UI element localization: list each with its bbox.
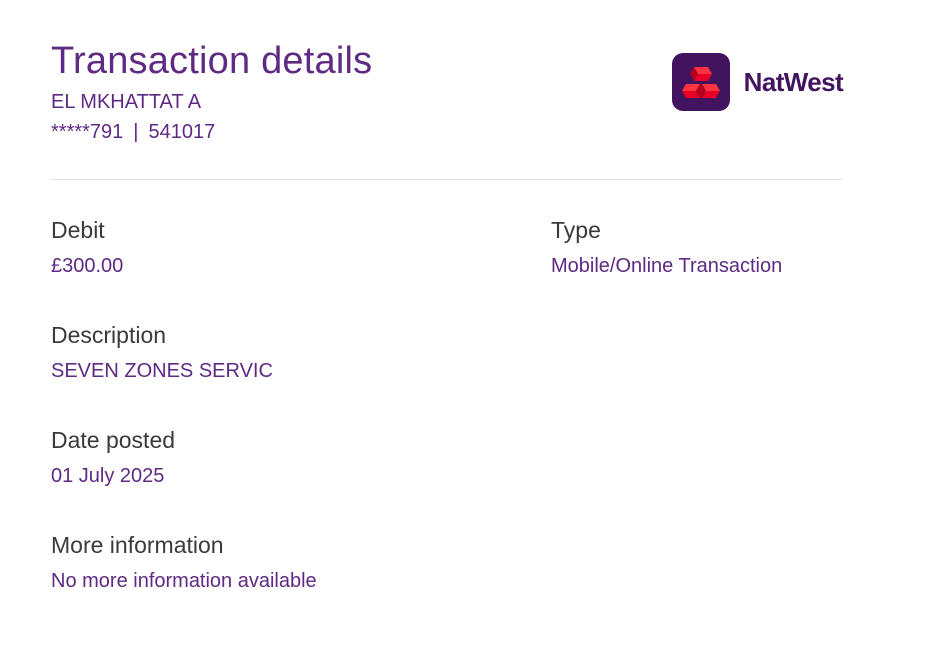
header-divider xyxy=(51,179,843,180)
debit-label: Debit xyxy=(51,217,105,243)
natwest-cubes-icon xyxy=(671,53,730,111)
brand-name: NatWest xyxy=(743,66,844,97)
account-number: *****791 xyxy=(51,121,124,143)
type-value: Mobile/Online Transaction xyxy=(551,255,783,277)
more-information-label: More information xyxy=(51,532,224,558)
description-value: SEVEN ZONES SERVIC xyxy=(51,360,273,382)
brand-logo: NatWest xyxy=(671,52,844,112)
transaction-header: Transaction details EL MKHATTAT A *****7… xyxy=(51,38,844,148)
date-posted-field: Date posted 01 July 2025 xyxy=(51,426,175,488)
account-separator: | xyxy=(133,121,139,143)
type-field: Type Mobile/Online Transaction xyxy=(551,216,782,278)
description-field: Description SEVEN ZONES SERVIC xyxy=(51,321,273,383)
more-information-field: More information No more information ava… xyxy=(51,531,317,593)
type-label: Type xyxy=(551,217,601,243)
date-posted-label: Date posted xyxy=(51,427,176,453)
debit-value: £300.00 xyxy=(51,255,124,277)
date-posted-value: 01 July 2025 xyxy=(51,465,165,487)
account-identifiers: *****791 | 541017 xyxy=(51,120,215,144)
debit-field: Debit £300.00 xyxy=(51,216,123,278)
page-title: Transaction details xyxy=(51,40,373,82)
more-information-value: No more information available xyxy=(51,570,317,592)
description-label: Description xyxy=(51,322,167,348)
sort-code: 541017 xyxy=(148,121,216,143)
account-holder-name: EL MKHATTAT A xyxy=(51,91,202,113)
